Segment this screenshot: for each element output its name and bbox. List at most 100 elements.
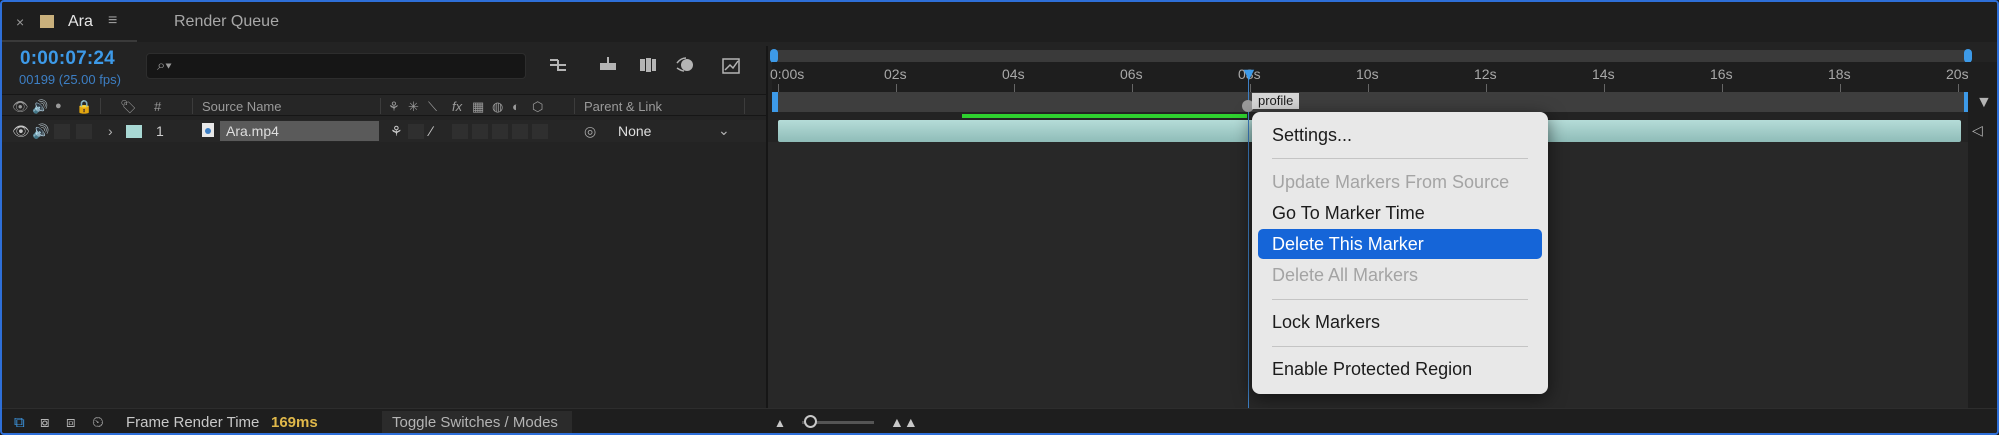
layer-effects-switch[interactable] bbox=[452, 124, 468, 139]
layer-list-empty-area[interactable] bbox=[2, 142, 766, 408]
layer-row[interactable]: 👁 🔊 › 1 Ara.mp4 ⚘ ∕ ◎ None ⌄ bbox=[2, 120, 766, 142]
menu-item-delete-this-marker[interactable]: Delete This Marker bbox=[1258, 229, 1542, 259]
audio-column-icon[interactable]: 🔊 bbox=[32, 99, 48, 115]
layer-solo-toggle[interactable] bbox=[54, 124, 70, 139]
parent-dropdown[interactable]: None ⌄ bbox=[608, 121, 740, 141]
frame-count: 00199 (25.00 fps) bbox=[19, 72, 121, 87]
chevron-down-icon: ⌄ bbox=[718, 122, 730, 138]
draft-3d-icon[interactable] bbox=[597, 54, 619, 76]
layer-name: Ara.mp4 bbox=[226, 123, 279, 139]
menu-item-delete-all-markers: Delete All Markers bbox=[1272, 265, 1419, 285]
label-column-icon[interactable]: 🏷 bbox=[120, 99, 137, 115]
zoom-out-icon[interactable]: ▲ bbox=[774, 416, 786, 430]
layer-search-input[interactable]: ⌕▾ bbox=[146, 53, 526, 79]
collapse-switch-icon[interactable]: ✳ bbox=[408, 99, 419, 115]
tick-label: 10s bbox=[1356, 66, 1379, 82]
tick-label: 16s bbox=[1710, 66, 1733, 82]
menu-item-settings[interactable]: Settings... bbox=[1258, 120, 1542, 150]
layer-adjustment-switch[interactable] bbox=[512, 124, 528, 139]
menu-item-go-to-marker-time[interactable]: Go To Marker Time bbox=[1258, 198, 1542, 228]
layer-lock-toggle[interactable] bbox=[76, 124, 92, 139]
layer-frame-blend-switch[interactable] bbox=[472, 124, 488, 139]
layer-3d-switch[interactable] bbox=[532, 124, 548, 139]
tick-label: 20s bbox=[1946, 66, 1969, 82]
zoom-in-icon[interactable]: ▲▲ bbox=[890, 414, 918, 430]
zoom-slider-thumb[interactable] bbox=[804, 415, 817, 428]
motion-blur-icon[interactable] bbox=[674, 54, 696, 76]
time-ruler[interactable]: 0:00s 02s 04s 06s 08s 10s 12s 14s 16s 18… bbox=[770, 62, 1970, 92]
parent-value: None bbox=[618, 123, 652, 139]
toggle-switches-modes-button[interactable]: Toggle Switches / Modes bbox=[382, 411, 572, 433]
layer-name-field[interactable]: Ara.mp4 bbox=[220, 121, 379, 141]
tab-ara[interactable]: Ara bbox=[68, 13, 93, 31]
menu-item-lock-markers[interactable]: Lock Markers bbox=[1258, 307, 1542, 337]
quality-switch-icon[interactable]: ⟍ bbox=[428, 99, 437, 115]
tick-label: 14s bbox=[1592, 66, 1615, 82]
menu-separator bbox=[1272, 299, 1528, 300]
tick-label: 0:00s bbox=[770, 66, 805, 82]
footage-file-icon bbox=[201, 122, 215, 141]
in-out-toggle-icon[interactable]: ⧈ bbox=[66, 414, 76, 431]
3d-layer-switch-icon[interactable]: ⬡ bbox=[532, 99, 543, 115]
layer-motion-blur-switch[interactable] bbox=[492, 124, 508, 139]
layer-label-color[interactable] bbox=[126, 125, 142, 138]
navigator-start-handle[interactable] bbox=[770, 49, 778, 63]
layer-quality-switch-icon[interactable]: ∕ bbox=[430, 123, 432, 139]
layer-collapse-switch[interactable] bbox=[408, 124, 424, 139]
current-time-indicator-line[interactable] bbox=[1248, 72, 1249, 408]
frame-blending-icon[interactable] bbox=[637, 54, 659, 76]
layer-audio-icon[interactable]: 🔊 bbox=[32, 123, 49, 140]
adjustment-layer-switch-icon[interactable]: ◐ bbox=[512, 99, 520, 114]
layer-visibility-icon[interactable]: 👁 bbox=[12, 123, 30, 140]
lock-column-icon[interactable]: 🔒 bbox=[76, 99, 92, 115]
effects-switch-header[interactable]: fx bbox=[452, 99, 462, 114]
timeline-footer: ⧉ ⧇ ⧈ ⏲ Frame Render Time 169ms Toggle S… bbox=[2, 408, 1997, 433]
menu-item-enable-protected-region[interactable]: Enable Protected Region bbox=[1258, 354, 1542, 384]
pick-whip-icon[interactable]: ◎ bbox=[584, 123, 596, 140]
layer-number: 1 bbox=[156, 123, 164, 139]
tick-label: 04s bbox=[1002, 66, 1025, 82]
transfer-controls-toggle-icon[interactable]: ⧇ bbox=[40, 414, 50, 431]
graph-editor-icon[interactable] bbox=[720, 54, 742, 76]
tick-label: 12s bbox=[1474, 66, 1497, 82]
layer-column-headers: 👁 🔊 ● 🔒 🏷 # Source Name ⚘ ✳ ⟍ fx ▦ ◍ ◐ ⬡… bbox=[2, 94, 766, 116]
time-navigator[interactable] bbox=[770, 49, 1972, 63]
frame-render-time-value: 169ms bbox=[271, 414, 318, 431]
tick-label: 06s bbox=[1120, 66, 1143, 82]
layer-bar-end-icon[interactable]: ◁ bbox=[1972, 122, 1983, 139]
menu-separator bbox=[1272, 346, 1528, 347]
close-tab-icon[interactable]: × bbox=[16, 14, 24, 30]
panel-menu-icon[interactable]: ≡ bbox=[108, 12, 117, 30]
layer-number-header[interactable]: # bbox=[154, 99, 161, 114]
visibility-column-icon[interactable]: 👁 bbox=[12, 99, 29, 115]
after-effects-timeline-panel: × Ara ≡ Render Queue 0:00:07:24 00199 (2… bbox=[0, 0, 1999, 435]
marker-label[interactable]: profile bbox=[1252, 93, 1300, 109]
work-area-bar[interactable] bbox=[772, 92, 1970, 112]
motion-blur-switch-icon[interactable]: ◍ bbox=[492, 99, 503, 115]
search-icon: ⌕▾ bbox=[157, 57, 172, 74]
render-time-toggle-icon[interactable]: ⏲ bbox=[92, 414, 104, 431]
layer-shy-switch-icon[interactable]: ⚘ bbox=[390, 123, 403, 140]
composition-flowchart-icon[interactable] bbox=[547, 54, 569, 76]
frame-blend-switch-icon[interactable]: ▦ bbox=[472, 99, 484, 115]
comp-marker-bin-icon[interactable]: ▼ bbox=[1976, 94, 1992, 112]
solo-column-icon[interactable]: ● bbox=[55, 100, 62, 112]
composition-color-swatch bbox=[40, 15, 54, 28]
current-timecode[interactable]: 0:00:07:24 bbox=[20, 48, 115, 70]
toggle-switches-modes-label: Toggle Switches / Modes bbox=[392, 414, 558, 431]
tab-render-queue[interactable]: Render Queue bbox=[174, 13, 279, 31]
frame-render-time-label: Frame Render Time bbox=[126, 414, 260, 431]
rendered-preview-bar bbox=[962, 114, 1247, 118]
timeline-right-strip: ▼ ◁ bbox=[1968, 62, 1997, 408]
navigator-end-handle[interactable] bbox=[1964, 49, 1972, 63]
work-area-start-handle[interactable] bbox=[772, 92, 778, 112]
panel-tab-bar: × Ara ≡ Render Queue bbox=[2, 2, 1997, 42]
layer-switches-toggle-icon[interactable]: ⧉ bbox=[14, 414, 25, 431]
menu-item-update-markers: Update Markers From Source bbox=[1272, 172, 1510, 192]
shy-switch-icon[interactable]: ⚘ bbox=[388, 99, 400, 115]
source-name-header[interactable]: Source Name bbox=[202, 99, 281, 114]
expand-layer-chevron-icon[interactable]: › bbox=[108, 123, 113, 139]
parent-link-header[interactable]: Parent & Link bbox=[584, 99, 662, 114]
tick-label: 02s bbox=[884, 66, 907, 82]
current-time-indicator-head[interactable]: ▼ bbox=[1240, 65, 1258, 83]
